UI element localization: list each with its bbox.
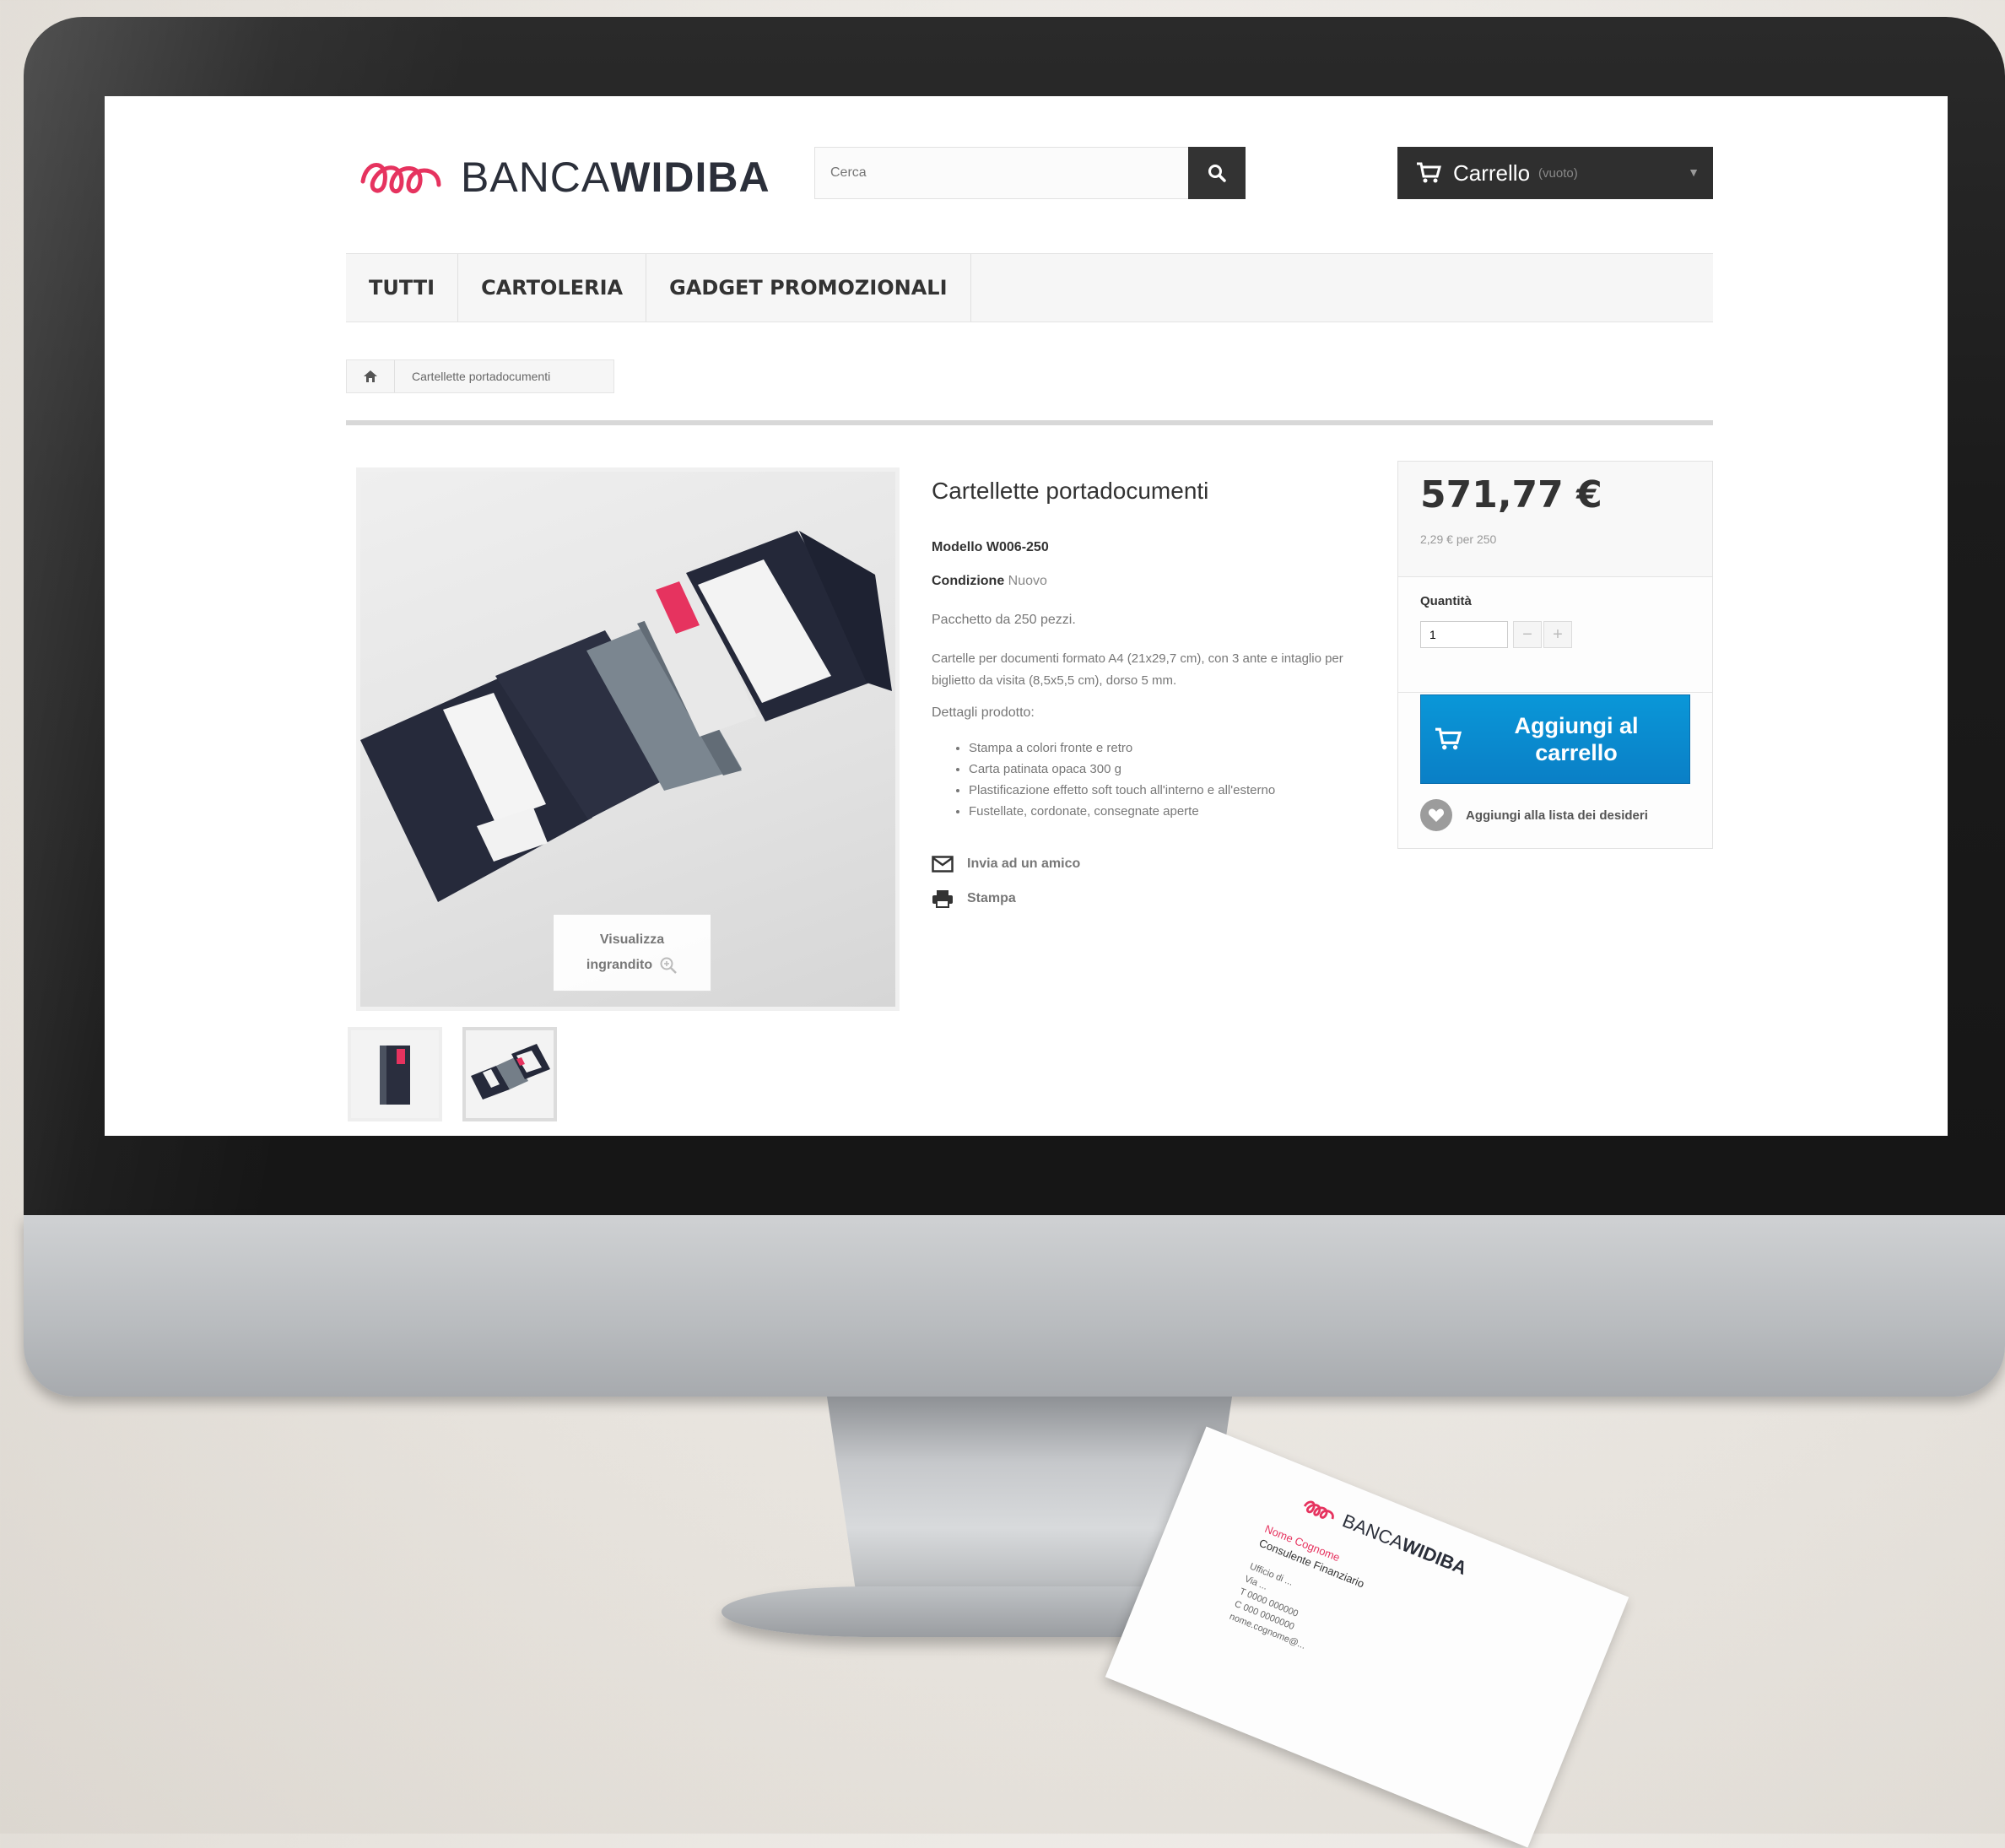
browser-screen: BANCAWIDIBA Carrello (vuoto) ▼ TUTTI CAR… (105, 96, 1948, 1136)
envelope-icon (932, 856, 954, 873)
printer-icon (932, 890, 953, 908)
product-main-image[interactable]: Visualizza ingrandito (356, 467, 900, 1011)
quantity-input[interactable] (1420, 621, 1508, 648)
product-description: Cartelle per documenti formato A4 (21x29… (932, 651, 1343, 688)
brand-name: BANCAWIDIBA (461, 154, 770, 201)
print-link[interactable]: Stampa (932, 889, 1016, 908)
brand-logo[interactable]: BANCAWIDIBA (358, 143, 770, 211)
main-menu: TUTTI CARTOLERIA GADGET PROMOZIONALI (346, 253, 1713, 322)
zoom-label-line2: ingrandito (586, 958, 653, 972)
search-input[interactable] (814, 147, 1196, 199)
send-to-friend-link[interactable]: Invia ad un amico (932, 856, 1080, 873)
cart-icon (1435, 727, 1462, 750)
heart-icon (1420, 799, 1452, 831)
search-icon (1208, 165, 1226, 182)
search-button[interactable] (1188, 147, 1246, 199)
quantity-increase-button[interactable]: + (1543, 621, 1572, 648)
menu-item-tutti[interactable]: TUTTI (346, 254, 459, 322)
home-icon (364, 370, 377, 382)
breadcrumb: Cartellette portadocumenti (346, 359, 614, 393)
buy-box: 571,77 € 2,29 € per 250 Quantità − + Agg… (1397, 461, 1713, 849)
price-area: 571,77 € 2,29 € per 250 (1398, 462, 1712, 577)
widiba-loop-logo-icon (360, 163, 441, 193)
cart-label: Carrello (1453, 159, 1531, 186)
quantity-decrease-button[interactable]: − (1513, 621, 1542, 648)
zoom-button[interactable]: Visualizza ingrandito (553, 914, 711, 992)
product-package: Pacchetto da 250 pezzi. (932, 613, 1076, 627)
add-to-cart-button[interactable]: Aggiungi al carrello (1420, 694, 1690, 784)
add-to-cart-label: Aggiungi al carrello (1514, 713, 1639, 765)
widiba-loop-logo-icon (1303, 1500, 1334, 1520)
product-thumbnail[interactable] (462, 1027, 557, 1121)
card-contacts: Ufficio di ... Via ... T 0000 000000 C 0… (1228, 1561, 1307, 1651)
list-item: Fustellate, cordonate, consegnate aperte (969, 801, 1275, 822)
product-details-heading: Dettagli prodotto: (932, 705, 1035, 720)
zoom-label-line1: Visualizza (599, 932, 665, 947)
breadcrumb-current: Cartellette portadocumenti (412, 370, 551, 383)
zoom-in-icon (660, 957, 677, 974)
list-item: Stampa a colori fronte e retro (969, 738, 1275, 759)
product-price: 571,77 € (1420, 473, 1602, 516)
thumbnail-folder-open (471, 1044, 550, 1100)
cart-status: (vuoto) (1538, 165, 1578, 181)
plus-icon: + (1553, 624, 1563, 644)
quantity-label: Quantità (1420, 594, 1472, 608)
product-model: Modello W006-250 (932, 540, 1049, 554)
page-divider (346, 420, 1713, 425)
cart-dropdown[interactable]: Carrello (vuoto) ▼ (1397, 147, 1713, 199)
product-features-list: Stampa a colori fronte e retro Carta pat… (948, 738, 1275, 822)
chevron-down-icon: ▼ (1688, 165, 1700, 179)
product-condition: Condizione Nuovo (932, 574, 1047, 588)
list-item: Plastificazione effetto soft touch all'i… (969, 780, 1275, 801)
menu-item-gadget-promozionali[interactable]: GADGET PROMOZIONALI (646, 254, 971, 322)
add-to-wishlist-link[interactable]: Aggiungi alla lista dei desideri (1420, 799, 1648, 831)
business-card: BANCAWIDIBA Nome Cognome Consulente Fina… (1105, 1426, 1629, 1848)
list-item: Carta patinata opaca 300 g (969, 759, 1275, 780)
thumbnail-folder-closed (380, 1046, 410, 1105)
menu-item-cartoleria[interactable]: CARTOLERIA (458, 254, 647, 322)
product-thumbnail[interactable] (348, 1027, 442, 1121)
unit-price: 2,29 € per 250 (1420, 532, 1497, 546)
quantity-area: Quantità − + (1398, 577, 1712, 693)
monitor-chin (24, 1215, 2005, 1397)
cart-icon (1417, 162, 1441, 183)
minus-icon: − (1522, 624, 1532, 644)
product-title: Cartellette portadocumenti (932, 478, 1209, 504)
breadcrumb-home[interactable] (347, 360, 395, 392)
